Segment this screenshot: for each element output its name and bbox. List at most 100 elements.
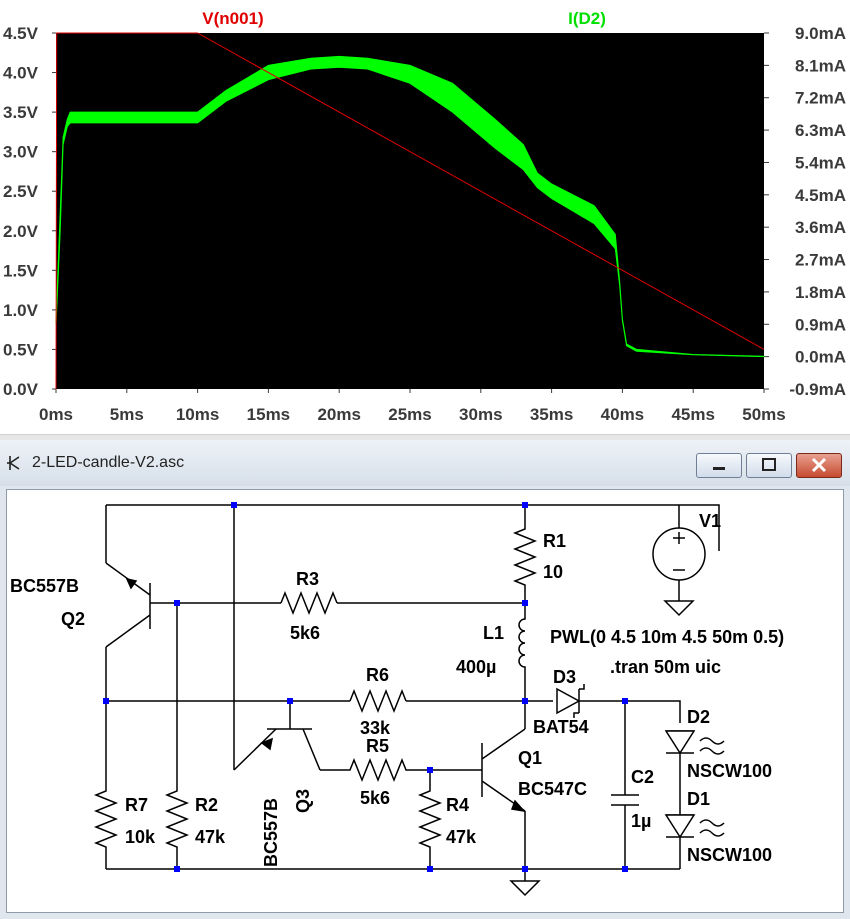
c2-name-label[interactable]: C2 — [631, 767, 654, 787]
r4-name-label[interactable]: R4 — [446, 795, 469, 815]
right-tick-label: 0.0mA — [795, 348, 846, 367]
r7-value-label[interactable]: 10k — [125, 827, 156, 847]
left-tick-label: 3.0V — [3, 143, 39, 162]
d3-name-label[interactable]: D3 — [553, 667, 576, 687]
led-d2[interactable] — [664, 730, 725, 755]
right-tick-label: 3.6mA — [795, 218, 846, 237]
left-tick-label: 1.5V — [3, 261, 39, 280]
q2-model-label[interactable]: BC557B — [10, 576, 79, 596]
trace-label-current[interactable]: I(D2) — [568, 9, 606, 28]
d2-name-label[interactable]: D2 — [687, 707, 710, 727]
left-tick-label: 0.0V — [3, 380, 39, 399]
q3-model-label[interactable]: BC557B — [261, 798, 281, 867]
l1-value-label[interactable]: 400µ — [456, 657, 496, 677]
c2-value-label[interactable]: 1µ — [631, 811, 651, 831]
transistor-q3[interactable] — [233, 701, 321, 771]
x-tick-label: 5ms — [110, 405, 144, 424]
x-tick-label: 40ms — [601, 405, 644, 424]
minimize-button[interactable] — [696, 453, 742, 478]
x-tick-label: 30ms — [459, 405, 502, 424]
x-tick-label: 0ms — [39, 405, 73, 424]
resistor-r5[interactable] — [320, 757, 430, 783]
d2-model-label[interactable]: NSCW100 — [687, 761, 772, 781]
resistor-r7[interactable] — [93, 701, 119, 869]
transistor-q2[interactable] — [105, 562, 151, 648]
right-tick-label: -0.9mA — [789, 380, 846, 399]
r1-name-label[interactable]: R1 — [543, 531, 566, 551]
right-tick-label: 9.0mA — [795, 24, 846, 43]
r7-name-label[interactable]: R7 — [125, 795, 148, 815]
voltage-source-v1[interactable] — [652, 505, 706, 617]
ground-symbol[interactable] — [509, 880, 541, 897]
x-tick-label: 45ms — [671, 405, 714, 424]
right-tick-label: 5.4mA — [795, 153, 846, 172]
restore-icon — [762, 458, 776, 471]
left-axis: 4.5V 4.0V 3.5V 3.0V 2.5V 2.0V 1.5V 1.0V 0.5V 0.0V — [3, 24, 56, 399]
top-rail-wire[interactable] — [106, 504, 720, 551]
x-tick-label: 25ms — [388, 405, 431, 424]
led-d1[interactable] — [664, 814, 725, 839]
right-tick-label: 1.8mA — [795, 283, 846, 302]
waveform-plot[interactable]: V(n001) I(D2) 4.5V 4.0V 3.5V 3.0V 2.5V 2.0V 1.… — [0, 0, 850, 434]
right-tick-label: 2.7mA — [795, 251, 846, 270]
right-tick-label: 8.1mA — [795, 56, 846, 75]
right-tick-label: 0.9mA — [795, 315, 846, 334]
q1-model-label[interactable]: BC547C — [518, 779, 587, 799]
x-tick-label: 20ms — [317, 405, 360, 424]
right-tick-label: 4.5mA — [795, 186, 846, 205]
r6-name-label[interactable]: R6 — [366, 665, 389, 685]
tran-directive[interactable]: .tran 50m uic — [610, 657, 721, 677]
left-tick-label: 2.0V — [3, 222, 39, 241]
resistor-r6[interactable] — [349, 688, 407, 714]
wire[interactable] — [579, 700, 681, 723]
schematic-icon — [7, 456, 20, 470]
right-tick-label: 7.2mA — [795, 89, 846, 108]
left-tick-label: 1.0V — [3, 301, 39, 320]
left-tick-label: 4.0V — [3, 64, 39, 83]
r4-value-label[interactable]: 47k — [446, 827, 477, 847]
v1-name-label[interactable]: V1 — [699, 511, 721, 531]
inductor-l1[interactable] — [518, 603, 526, 701]
schematic-drawing[interactable]: BC557B Q2 R3 5k6 R1 10 V1 L1 400µ PWL(0 … — [7, 490, 843, 912]
resistor-r3[interactable] — [280, 590, 338, 616]
r3-name-label[interactable]: R3 — [296, 569, 319, 589]
q3-name-label[interactable]: Q3 — [293, 789, 313, 813]
r5-value-label[interactable]: 5k6 — [360, 788, 390, 808]
x-tick-label: 10ms — [176, 405, 219, 424]
l1-name-label[interactable]: L1 — [483, 623, 504, 643]
close-button[interactable] — [796, 453, 842, 478]
r6-value-label[interactable]: 33k — [360, 718, 391, 738]
x-tick-label: 35ms — [530, 405, 573, 424]
left-tick-label: 4.5V — [3, 24, 39, 43]
v1-value-label[interactable]: PWL(0 4.5 10m 4.5 50m 0.5) — [550, 627, 784, 647]
r1-value-label[interactable]: 10 — [543, 562, 563, 582]
r5-name-label[interactable]: R5 — [366, 736, 389, 756]
right-axis: 9.0mA 8.1mA 7.2mA 6.3mA 5.4mA 4.5mA 3.6mA 2.7mA… — [764, 24, 846, 399]
schematic-canvas[interactable]: BC557B Q2 R3 5k6 R1 10 V1 L1 400µ PWL(0 … — [6, 489, 844, 913]
right-tick-label: 6.3mA — [795, 121, 846, 140]
plot-area[interactable] — [56, 33, 764, 389]
left-tick-label: 0.5V — [3, 340, 39, 359]
r3-value-label[interactable]: 5k6 — [290, 623, 320, 643]
d1-name-label[interactable]: D1 — [687, 789, 710, 809]
x-tick-label: 15ms — [247, 405, 290, 424]
minimize-icon — [713, 467, 725, 470]
resistor-r1[interactable] — [512, 505, 538, 603]
r2-name-label[interactable]: R2 — [195, 795, 218, 815]
resistor-r2[interactable] — [164, 603, 190, 869]
q1-name-label[interactable]: Q1 — [518, 748, 542, 768]
left-tick-label: 2.5V — [3, 182, 39, 201]
d1-model-label[interactable]: NSCW100 — [687, 845, 772, 865]
schematic-window: 2-LED-candle-V2.asc BC557B Q2 R3 5k6 R1 … — [0, 440, 850, 919]
maximize-button[interactable] — [746, 453, 792, 478]
window-titlebar[interactable]: 2-LED-candle-V2.asc — [0, 440, 850, 486]
trace-label-voltage[interactable]: V(n001) — [202, 9, 263, 28]
r2-value-label[interactable]: 47k — [195, 827, 226, 847]
waveform-pane[interactable]: V(n001) I(D2) 4.5V 4.0V 3.5V 3.0V 2.5V 2.0V 1.… — [0, 0, 850, 434]
x-axis: 0ms 5ms 10ms 15ms 20ms 25ms 30ms 35ms 40ms 45ms 50… — [39, 389, 786, 424]
resistor-r4[interactable] — [417, 770, 443, 869]
close-icon — [811, 457, 827, 473]
q2-name-label[interactable]: Q2 — [61, 609, 85, 629]
left-tick-label: 3.5V — [3, 103, 39, 122]
d3-model-label[interactable]: BAT54 — [533, 717, 589, 737]
